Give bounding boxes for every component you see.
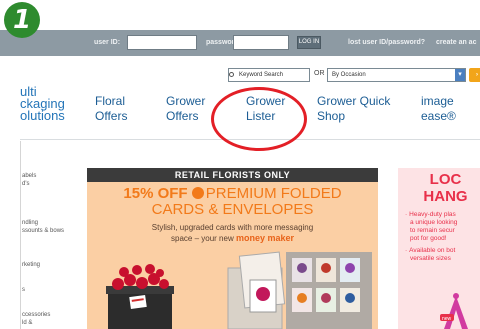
flower-icon — [191, 187, 204, 199]
forgot-credentials-link[interactable]: lost user ID/password? — [348, 39, 425, 46]
login-button[interactable]: LOG IN — [297, 36, 321, 49]
nav-floral-offers-line-1: Floral — [95, 94, 126, 108]
promo-discount: 15% OFF — [123, 185, 188, 202]
login-bar: user ID: password: LOG IN lost user ID/p… — [0, 30, 480, 56]
new-tag: new — [442, 316, 452, 322]
sidebar-item-labels[interactable]: abels d's — [22, 172, 36, 188]
nav-grower-offers-line-1: Grower — [166, 94, 206, 108]
hanger-product-image: new — [440, 293, 468, 329]
nav-image-ease-line-1: image — [421, 94, 454, 108]
logo-line-3: olutions — [20, 108, 65, 123]
locking-hanger-bullet-text: pot for good! — [410, 235, 447, 242]
search-icon — [229, 72, 234, 77]
user-id-input[interactable] — [127, 35, 197, 50]
sidebar-item-marketing[interactable]: rketing — [22, 261, 40, 269]
sidebar-item-accessories-line-1: ccessories — [22, 312, 51, 318]
locking-hanger-bullet: versatile sizes — [405, 255, 451, 263]
nav-grower-offers[interactable]: Grower Offers — [166, 94, 205, 124]
sidebar-item-handling[interactable]: ndling ssounts & bows — [22, 219, 64, 235]
company-logo[interactable]: ulti ckaging olutions — [20, 85, 65, 123]
bullet-mark-icon: · — [405, 247, 408, 254]
keyword-search-input[interactable]: Keyword Search — [228, 68, 310, 82]
user-id-label: user ID: — [94, 39, 121, 46]
locking-hanger-bullet: · Heavy-duty plas — [405, 211, 456, 219]
sidebar-item-marketing-label: rketing — [22, 262, 41, 268]
locking-hanger-title-line-1: LOC — [429, 171, 462, 188]
or-label: OR — [314, 70, 325, 77]
sidebar-item-accessories-line-2: ld & — [22, 320, 33, 326]
promo-headline: 15% OFF PREMIUM FOLDED — [87, 186, 378, 202]
locking-hanger-bullet: a unique looking — [405, 219, 457, 227]
locking-hanger-bullet-text: a unique looking — [410, 219, 458, 226]
screenshot: user ID: password: LOG IN lost user ID/p… — [0, 0, 480, 329]
chevron-down-icon[interactable]: ▾ — [455, 69, 465, 81]
sidebar-item-labels-line-2: d's — [22, 181, 30, 187]
create-account-link[interactable]: create an ac — [436, 39, 476, 46]
promo-description-text: space – your new — [171, 234, 234, 243]
promo-description-line-2: space – your new money maker — [87, 233, 378, 244]
rose-gift-box-image — [106, 264, 174, 329]
highlight-circle — [211, 87, 307, 151]
locking-hanger-bullet-text: Heavy-duty plas — [409, 211, 456, 218]
sidebar-item-labels-line-1: abels — [22, 173, 37, 179]
occasion-select[interactable]: By Occasion — [327, 68, 466, 82]
promo-header: RETAIL FLORISTS ONLY — [87, 168, 378, 182]
locking-hanger-bullet: pot for good! — [405, 235, 447, 243]
locking-hanger-title: LOC HANG — [398, 171, 480, 205]
step-number-badge: 1 — [4, 2, 40, 38]
go-button[interactable]: › — [469, 68, 480, 82]
sidebar-divider — [20, 141, 21, 329]
locking-hanger-bullet-text: Available on bot — [409, 247, 456, 254]
locking-hanger-bullet-text: versatile sizes — [410, 255, 451, 262]
sidebar-item-handling-line-1: ndling — [22, 220, 39, 226]
locking-hanger-bullet: to remain secur — [405, 227, 455, 235]
occasion-select-value: By Occasion — [332, 72, 366, 78]
locking-hanger-bullet: · Available on bot — [405, 247, 455, 255]
keyword-search-placeholder: Keyword Search — [239, 72, 284, 78]
nav-floral-offers-line-2: Offers — [95, 109, 128, 123]
nav-image-ease[interactable]: image ease® — [421, 94, 456, 124]
password-input[interactable] — [233, 35, 289, 50]
promo-description: Stylish, upgraded cards with more messag… — [87, 223, 378, 244]
nav-floral-offers[interactable]: Floral Offers — [95, 94, 127, 124]
promo-subheadline: CARDS & ENVELOPES — [151, 201, 314, 218]
sidebar-item-s-label: s — [22, 287, 25, 293]
sidebar-item-handling-line-2: ssounts & bows — [22, 228, 65, 234]
nav-grower-quick-shop-line-1: Grower Quick — [317, 94, 391, 108]
nav-grower-quick-shop-line-2: Shop — [317, 109, 346, 123]
nav-image-ease-line-2: ease® — [421, 109, 456, 123]
nav-grower-offers-line-2: Offers — [166, 109, 199, 123]
sidebar-item-accessories[interactable]: ccessories ld & — [22, 311, 50, 327]
sidebar-item-s[interactable]: s — [22, 286, 25, 294]
locking-hanger-bullet-text: to remain secur — [410, 227, 455, 234]
greeting-cards-image — [227, 251, 372, 329]
locking-hanger-title-line-2: HANG — [423, 188, 468, 205]
promo-description-line-1: Stylish, upgraded cards with more messag… — [151, 223, 314, 232]
promo-headline-product: PREMIUM FOLDED — [205, 185, 342, 202]
nav-grower-quick-shop[interactable]: Grower Quick Shop — [317, 94, 390, 124]
promo-money-maker: money maker — [235, 233, 294, 243]
bullet-mark-icon: · — [405, 211, 408, 218]
